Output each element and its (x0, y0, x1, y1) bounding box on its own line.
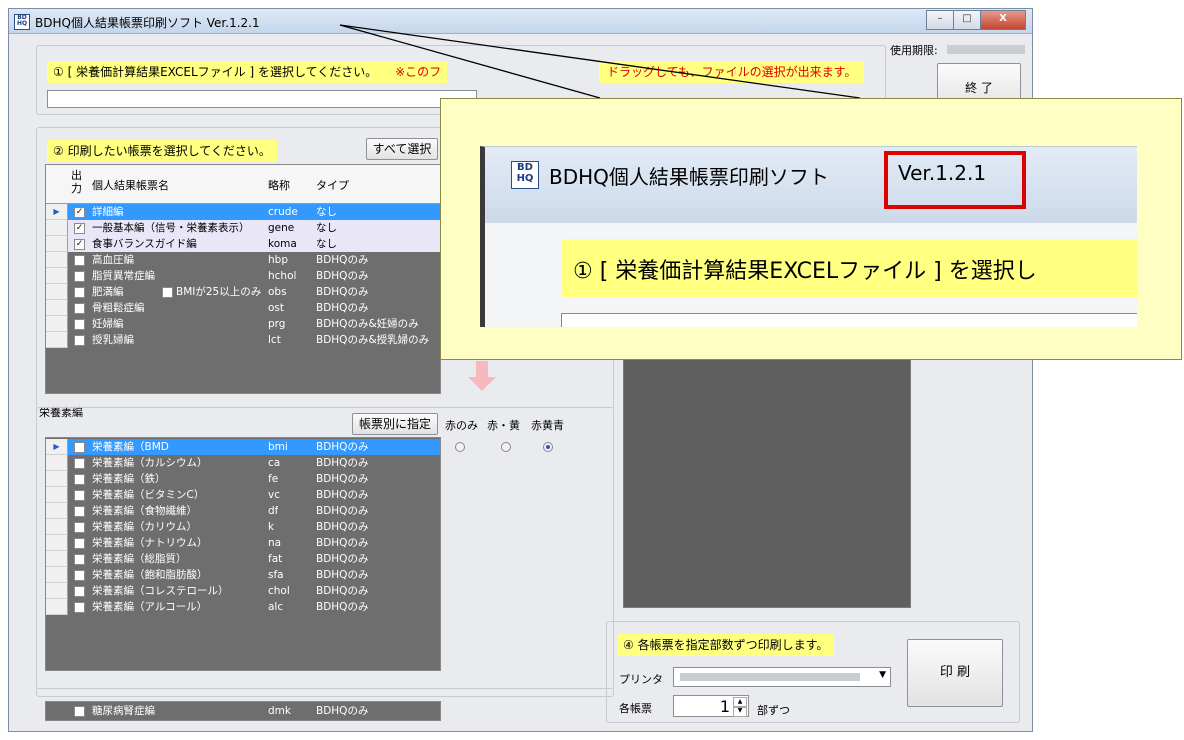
zoom-panel: BD HQ BDHQ個人結果帳票印刷ソフト Ver.1.2.1 ① [ 栄養価計… (480, 146, 1137, 327)
zoom-version: Ver.1.2.1 (898, 161, 987, 185)
zoom-logo-icon: BD HQ (511, 161, 539, 189)
zoom-step1-label: ① [ 栄養価計算結果EXCELファイル ] を選択し (573, 259, 1037, 284)
zoom-file-input (561, 313, 1137, 327)
zoom-title-bar: BD HQ BDHQ個人結果帳票印刷ソフト Ver.1.2.1 (485, 147, 1137, 223)
zoom-title: BDHQ個人結果帳票印刷ソフト (549, 165, 829, 189)
